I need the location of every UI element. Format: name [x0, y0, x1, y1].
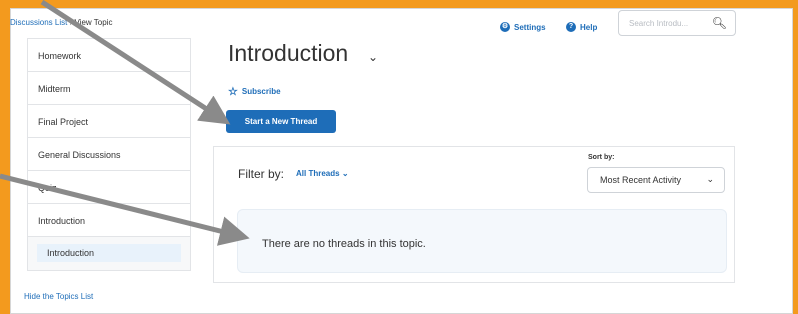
- annotation-arrows: [0, 0, 250, 246]
- arrow-to-start-thread: [40, 0, 231, 125]
- arrow-to-empty-message: [0, 173, 250, 246]
